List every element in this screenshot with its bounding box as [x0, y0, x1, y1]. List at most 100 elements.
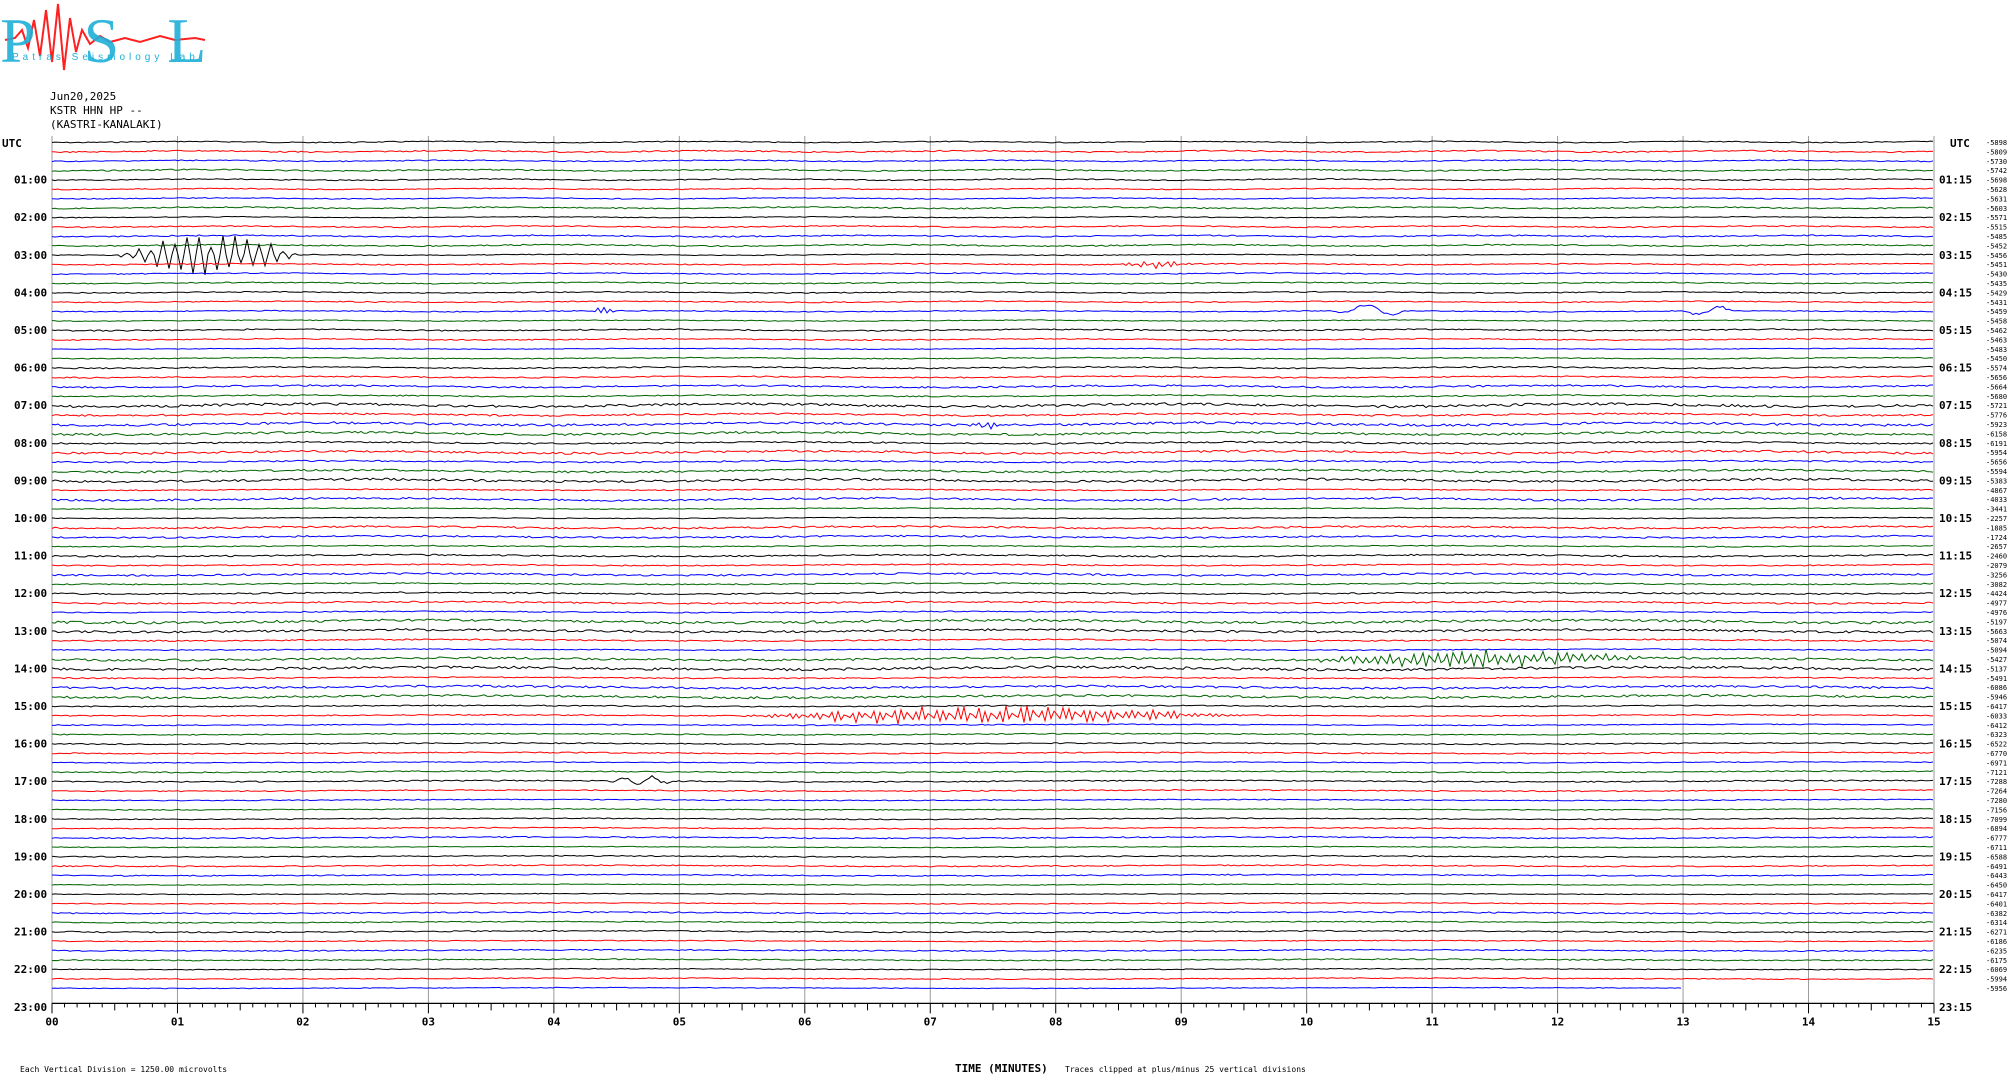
x-tick-label: 13 [1676, 1015, 1689, 1028]
trace-row-32 [51, 440, 1934, 445]
trace-row-27 [51, 394, 1934, 398]
row-value-label: -4977 [1986, 600, 2007, 608]
trace-row-13 [51, 260, 1934, 270]
right-hour-label: 16:15 [1939, 738, 1972, 751]
row-value-label: -6971 [1986, 759, 2007, 767]
row-value-label: -2257 [1986, 515, 2007, 523]
trace-row-81 [51, 902, 1934, 905]
trace-row-65 [52, 751, 1934, 755]
row-value-label: -5664 [1986, 383, 2007, 391]
helicorder-plot: 00 01 02 03 04 05 06 07 08 09 10 11 12 13 14 15 01:00 02… [2, 136, 2007, 1075]
trace-row-0 [51, 140, 1934, 144]
vertical-grid [51, 136, 1935, 1004]
utc-left-label: UTC [2, 137, 22, 150]
row-value-label: -5680 [1986, 393, 2007, 401]
right-hour-label: 08:15 [1939, 437, 1972, 450]
vertical-division-note: Each Vertical Division = 1250.00 microvo… [20, 1065, 227, 1074]
row-value-label: -6443 [1986, 872, 2007, 880]
row-value-label: -5451 [1986, 261, 2007, 269]
row-value-label: -6450 [1986, 882, 2007, 890]
row-value-label: -5462 [1986, 327, 2007, 335]
row-value-label: -7280 [1986, 797, 2007, 805]
x-tick-label: 09 [1175, 1015, 1188, 1028]
row-value-label: -5594 [1986, 468, 2007, 476]
row-value-label: -5571 [1986, 214, 2007, 222]
trace-row-11 [51, 243, 1934, 248]
row-value-label: -5515 [1986, 224, 2007, 232]
row-value-label: -6412 [1986, 722, 2007, 730]
trace-row-12 [51, 235, 1934, 275]
row-value-label: -5631 [1986, 195, 2007, 203]
trace-row-35 [51, 468, 1934, 474]
trace-row-49 [51, 600, 1934, 605]
right-hour-label: 17:15 [1939, 775, 1972, 788]
trace-row-28 [51, 402, 1934, 409]
trace-row-19 [51, 319, 1934, 322]
row-value-label: -5483 [1986, 346, 2007, 354]
trace-row-21 [51, 337, 1934, 342]
trace-row-6 [51, 196, 1934, 200]
row-value-label: -3441 [1986, 506, 2007, 514]
row-value-label: -6777 [1986, 835, 2007, 843]
row-value-label: -5456 [1986, 252, 2007, 260]
row-value-label: -5898 [1986, 139, 2007, 147]
row-value-label: -5656 [1986, 374, 2007, 382]
trace-row-33 [51, 449, 1934, 455]
row-value-label: -5809 [1986, 148, 2007, 156]
trace-row-50 [51, 610, 1934, 614]
x-tick-label: 14 [1802, 1015, 1816, 1028]
left-hour-label: 10:00 [14, 512, 47, 525]
x-tick-label: 12 [1551, 1015, 1564, 1028]
trace-row-62 [52, 723, 1934, 727]
trace-row-36 [51, 477, 1934, 484]
trace-row-14 [52, 272, 1934, 276]
row-value-label: -7288 [1986, 778, 2007, 786]
right-hour-label: 04:15 [1939, 286, 1972, 299]
trace-row-4 [51, 177, 1934, 182]
right-hour-label: 19:15 [1939, 850, 1972, 863]
trace-row-90 [51, 986, 1682, 990]
row-value-label: -5137 [1986, 665, 2007, 673]
trace-row-75 [51, 845, 1934, 849]
row-value-label: -2657 [1986, 543, 2007, 551]
row-value-label: -5946 [1986, 694, 2007, 702]
trace-row-89 [51, 977, 1934, 981]
trace-row-38 [51, 496, 1934, 502]
x-tick-label: 10 [1300, 1015, 1313, 1028]
right-hour-label: 11:15 [1939, 550, 1972, 563]
trace-row-53 [51, 638, 1934, 643]
row-value-label: -6069 [1986, 966, 2007, 974]
row-value-label: -2460 [1986, 553, 2007, 561]
trace-row-26 [52, 384, 1933, 389]
x-tick-label: 11 [1426, 1015, 1440, 1028]
time-axis: 00 01 02 03 04 05 06 07 08 09 10 11 12 13 14 15 [45, 1002, 1941, 1028]
trace-row-85 [52, 939, 1934, 943]
row-value-label: -5776 [1986, 412, 2007, 420]
trace-row-72 [51, 817, 1933, 821]
left-hour-label: 07:00 [14, 399, 47, 412]
left-hour-label: 06:00 [14, 362, 47, 375]
row-value-label: -6382 [1986, 910, 2007, 918]
row-value-label: -6271 [1986, 929, 2007, 937]
left-hour-label: 19:00 [14, 850, 47, 863]
trace-row-74 [51, 835, 1934, 840]
trace-row-63 [52, 732, 1934, 736]
time-axis-title: TIME (MINUTES) [955, 1062, 1048, 1075]
row-value-label: -7264 [1986, 788, 2007, 796]
trace-row-42 [51, 534, 1934, 539]
trace-row-79 [51, 883, 1934, 886]
x-tick-label: 06 [798, 1015, 812, 1028]
left-hour-label: 23:00 [14, 1001, 47, 1014]
row-value-label: -6522 [1986, 741, 2007, 749]
row-value-label: -5435 [1986, 280, 2007, 288]
trace-row-56 [51, 665, 1934, 672]
row-value-label: -5491 [1986, 675, 2007, 683]
row-value-label: -5452 [1986, 242, 2007, 250]
row-value-label: -5431 [1986, 299, 2007, 307]
row-value-label: -6175 [1986, 957, 2007, 965]
trace-row-29 [51, 412, 1934, 417]
trace-row-20 [51, 328, 1934, 332]
row-value-label: -5721 [1986, 402, 2007, 410]
trace-row-44 [51, 553, 1934, 558]
trace-row-78 [51, 873, 1933, 877]
